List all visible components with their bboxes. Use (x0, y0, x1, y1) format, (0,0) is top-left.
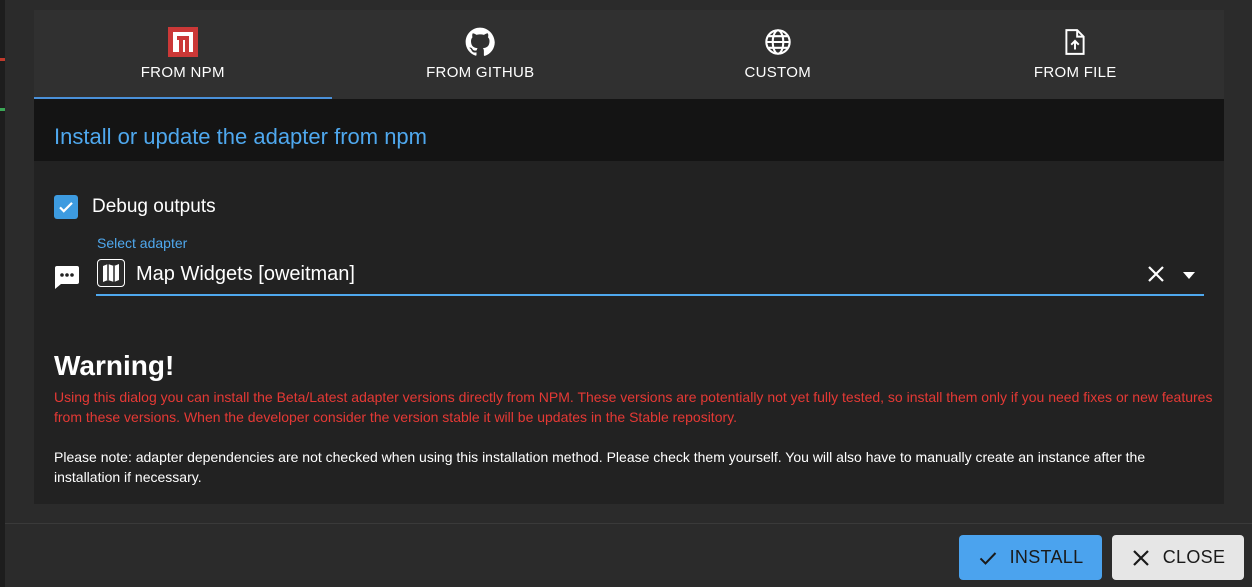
dialog-title: Install or update the adapter from npm (54, 124, 427, 149)
warning-title: Warning! (54, 350, 175, 381)
debug-outputs-option[interactable]: Debug outputs (54, 195, 216, 219)
selected-adapter-value: Map Widgets [oweitman] (136, 263, 355, 285)
tab-from-github[interactable]: FROM GITHUB (332, 10, 630, 99)
check-icon (978, 548, 998, 568)
github-icon (465, 27, 495, 57)
tab-bar: FROM NPM FROM GITHUB CUSTOM FROM FILE (34, 10, 1224, 99)
globe-icon (763, 27, 793, 57)
footer-divider (5, 523, 1252, 524)
background-window-edge (0, 0, 5, 587)
install-adapter-dialog: FROM NPM FROM GITHUB CUSTOM FROM FILE In… (34, 10, 1224, 504)
tab-label: FROM NPM (140, 64, 225, 81)
dialog-content: Debug outputs Select adapter Map Widgets… (34, 161, 1224, 504)
clear-icon[interactable] (1147, 265, 1165, 283)
install-button[interactable]: INSTALL (959, 535, 1102, 580)
map-icon (97, 259, 125, 287)
dialog-header: Install or update the adapter from npm (34, 99, 1224, 161)
tab-label: FROM FILE (1033, 64, 1117, 81)
close-button[interactable]: CLOSE (1112, 535, 1244, 580)
tab-from-file[interactable]: FROM FILE (927, 10, 1225, 99)
tab-from-npm[interactable]: FROM NPM (34, 10, 332, 99)
install-button-label: INSTALL (1009, 547, 1084, 567)
edge-mark (0, 108, 5, 111)
message-icon (54, 264, 82, 290)
tab-custom[interactable]: CUSTOM (629, 10, 927, 99)
debug-outputs-checkbox[interactable] (54, 195, 78, 219)
debug-outputs-label: Debug outputs (92, 196, 216, 217)
tab-label: FROM GITHUB (426, 64, 535, 81)
select-adapter-label: Select adapter (97, 235, 188, 251)
tab-label: CUSTOM (744, 64, 812, 81)
close-icon (1131, 548, 1151, 568)
adapter-select[interactable]: Map Widgets [oweitman] (96, 258, 1204, 296)
note-text: Please note: adapter dependencies are no… (54, 449, 1146, 485)
chevron-down-icon[interactable] (1181, 268, 1197, 280)
warning-text: Using this dialog you can install the Be… (54, 389, 1213, 425)
file-upload-icon (1060, 27, 1090, 57)
close-button-label: CLOSE (1162, 547, 1226, 567)
edge-mark (0, 58, 5, 61)
npm-icon (167, 27, 198, 57)
